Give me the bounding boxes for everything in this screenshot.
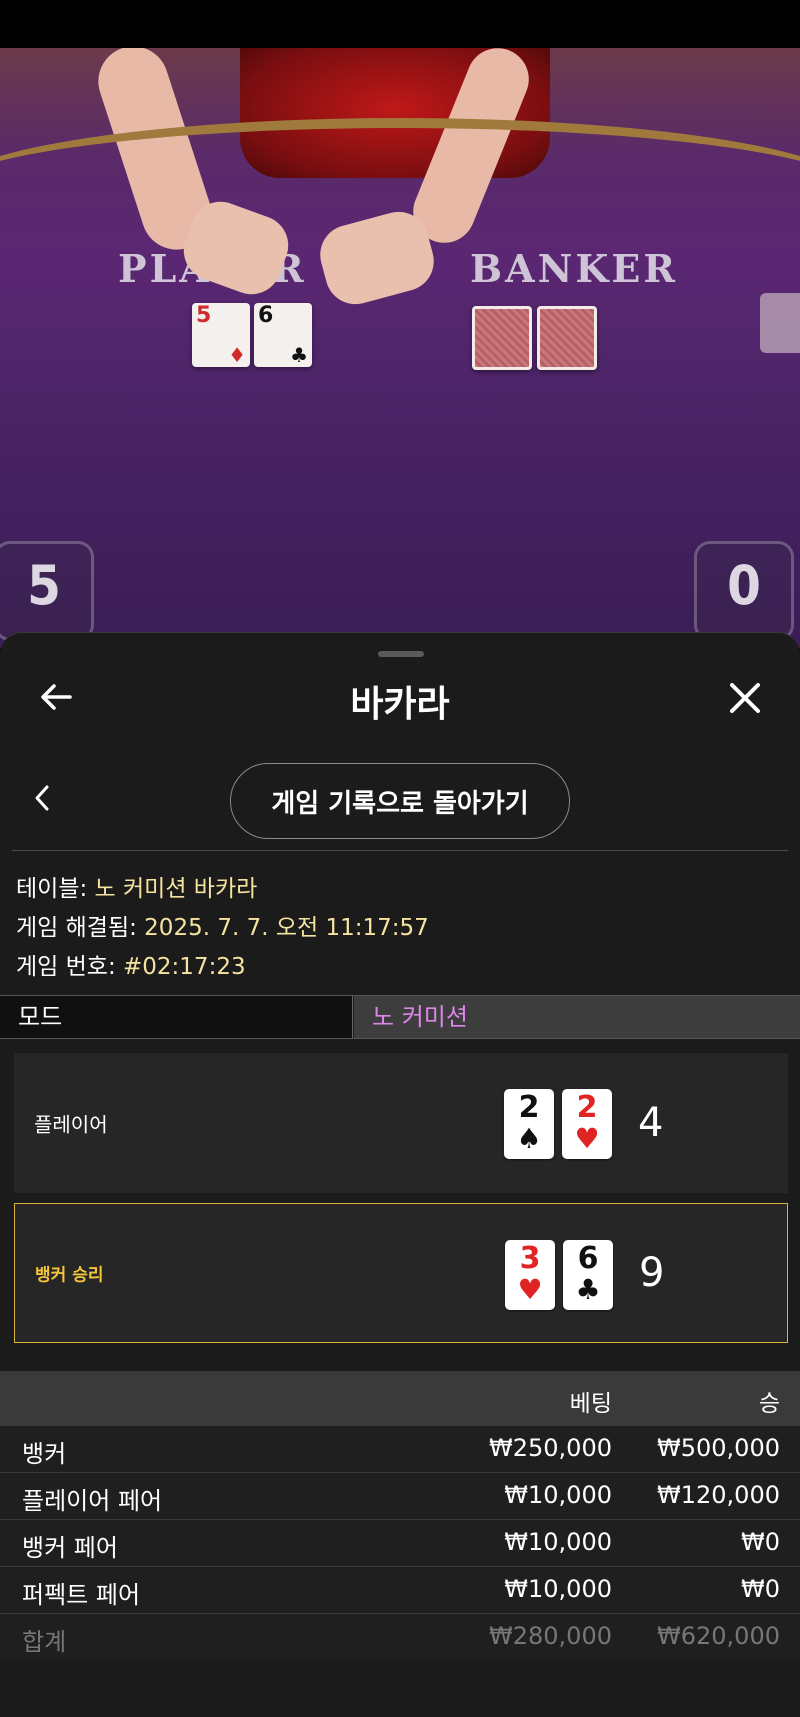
player-score-box: 5	[0, 541, 94, 641]
info-table: 테이블: 노 커미션 바카라	[16, 876, 258, 902]
table-banker-label: BANKER	[470, 246, 678, 291]
player-hand-panel: 플레이어 2 ♠ 2 ♥ 4	[14, 1053, 788, 1193]
table-row: 플레이어 페어 ₩10,000 ₩120,000	[0, 1472, 800, 1519]
mode-label: 모드	[0, 996, 353, 1038]
total-row: 합계 ₩280,000 ₩620,000	[0, 1613, 800, 1660]
table-card-facedown	[472, 306, 532, 370]
hand-name: 플레이어	[34, 1112, 108, 1137]
col-win-header: 승	[758, 1391, 780, 1417]
back-to-history-button[interactable]: 게임 기록으로 돌아가기	[230, 763, 570, 839]
playing-card: 2 ♥	[562, 1089, 612, 1159]
close-icon[interactable]	[726, 679, 764, 717]
chevron-left-icon[interactable]	[30, 783, 54, 813]
info-resolved: 게임 해결됨: 2025. 7. 7. 오전 11:17:57	[16, 915, 429, 941]
table-card: 5 ♦	[192, 303, 250, 367]
banker-hand-panel: 뱅커 승리 3 ♥ 6 ♣ 9	[14, 1203, 788, 1343]
mode-row: 모드 노 커미션	[0, 995, 800, 1039]
page-title: 바카라	[350, 684, 450, 725]
hand-total: 4	[638, 1100, 664, 1146]
bets-table: 베팅 승 뱅커 ₩250,000 ₩500,000 플레이어 페어 ₩10,00…	[0, 1371, 800, 1660]
banker-score-box: 0	[694, 541, 794, 641]
bets-header: 베팅 승	[0, 1371, 800, 1425]
hand-total: 9	[639, 1250, 665, 1296]
playing-card: 3 ♥	[505, 1240, 555, 1310]
table-card: 6 ♣	[254, 303, 312, 367]
live-video: PLAYER BANKER 5 ♦ 6 ♣ 5 0	[0, 48, 800, 648]
sheet-grabber[interactable]	[378, 651, 424, 657]
table-card-facedown	[537, 306, 597, 370]
playing-card: 2 ♠	[504, 1089, 554, 1159]
table-row: 뱅커 ₩250,000 ₩500,000	[0, 1425, 800, 1472]
table-row: 뱅커 페어 ₩10,000 ₩0	[0, 1519, 800, 1566]
info-game-number: 게임 번호: #02:17:23	[16, 954, 246, 980]
hand-name: 뱅커 승리	[35, 1265, 104, 1286]
mode-value: 노 커미션	[354, 996, 800, 1038]
game-history-sheet: 바카라 게임 기록으로 돌아가기 테이블: 노 커미션 바카라 게임 해결됨: …	[0, 632, 800, 1717]
col-bet-header: 베팅	[569, 1391, 612, 1417]
card-shoe	[760, 293, 800, 353]
table-row: 퍼펙트 페어 ₩10,000 ₩0	[0, 1566, 800, 1613]
divider	[12, 850, 788, 851]
playing-card: 6 ♣	[563, 1240, 613, 1310]
